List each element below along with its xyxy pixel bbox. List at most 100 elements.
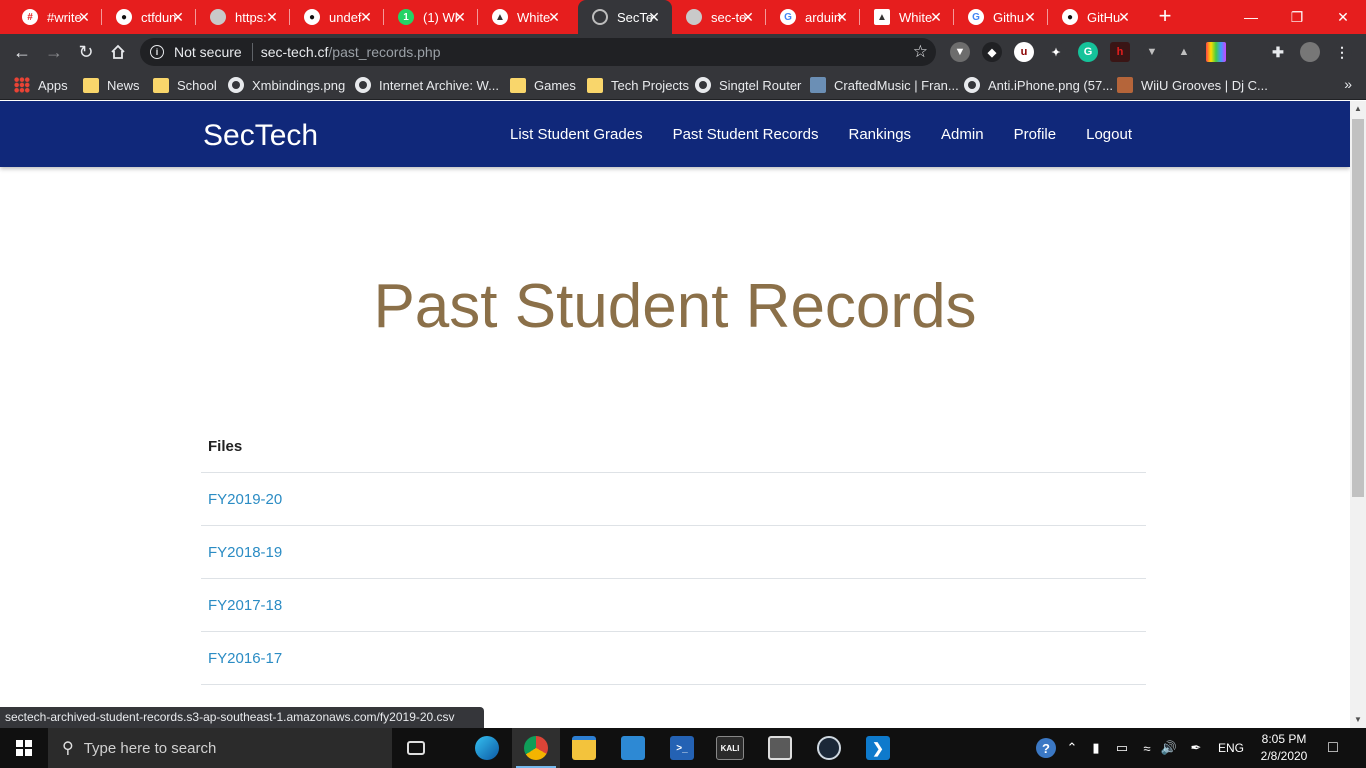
page-scrollbar[interactable]: ▲ ▼ xyxy=(1350,101,1366,728)
nav-admin[interactable]: Admin xyxy=(941,126,984,143)
battery-icon[interactable]: ▭ xyxy=(1110,728,1134,768)
extension-h-icon[interactable]: h xyxy=(1110,42,1130,62)
kali-icon[interactable]: KALI xyxy=(706,728,754,768)
file-explorer-icon[interactable] xyxy=(560,728,608,768)
file-link[interactable]: FY2018-19 xyxy=(208,544,282,561)
notification-icon[interactable]: □ xyxy=(1318,728,1348,768)
language-indicator[interactable]: ENG xyxy=(1212,728,1250,768)
edge-icon[interactable] xyxy=(463,728,511,768)
taskbar-search-box[interactable]: ⚲ Type here to search xyxy=(48,728,392,768)
tab[interactable]: G Githu ✕ xyxy=(954,0,1048,34)
nav-logout[interactable]: Logout xyxy=(1086,126,1132,143)
close-tab-icon[interactable]: ✕ xyxy=(452,9,468,25)
search-placeholder: Type here to search xyxy=(83,739,217,757)
file-link[interactable]: FY2019-20 xyxy=(208,491,282,508)
file-link[interactable]: FY2016-17 xyxy=(208,650,282,667)
bookmark-games[interactable]: Games xyxy=(510,76,576,94)
scrollbar-thumb[interactable] xyxy=(1352,119,1364,497)
close-tab-icon[interactable]: ✕ xyxy=(546,9,562,25)
bookmark-internet-archive[interactable]: Internet Archive: W... xyxy=(355,76,499,94)
info-icon[interactable]: i xyxy=(150,45,164,59)
close-window-button[interactable]: ✕ xyxy=(1320,0,1366,34)
extension-mask-icon[interactable]: ◆ xyxy=(982,42,1002,62)
tab[interactable]: ▲ White ✕ xyxy=(860,0,954,34)
address-bar[interactable]: i Not secure sec-tech.cf/past_records.ph… xyxy=(140,38,936,66)
vscode-icon[interactable]: ❯ xyxy=(854,728,902,768)
grammarly-icon[interactable]: G xyxy=(1078,42,1098,62)
control-panel-icon[interactable] xyxy=(609,728,657,768)
powershell-icon[interactable]: >_ xyxy=(658,728,706,768)
snipping-tool-icon[interactable] xyxy=(756,728,804,768)
close-tab-icon[interactable]: ✕ xyxy=(1022,9,1038,25)
tab[interactable]: ● ctfdun ✕ xyxy=(102,0,196,34)
nav-past-student-records[interactable]: Past Student Records xyxy=(673,126,819,143)
nav-list-student-grades[interactable]: List Student Grades xyxy=(510,126,643,143)
volume-icon[interactable]: 🔊 xyxy=(1158,728,1180,768)
close-tab-icon[interactable]: ✕ xyxy=(264,9,280,25)
extension-color-icon[interactable] xyxy=(1206,42,1226,62)
nav-rankings[interactable]: Rankings xyxy=(849,126,912,143)
reload-icon[interactable]: ↻ xyxy=(72,38,100,66)
tab[interactable]: https: ✕ xyxy=(196,0,290,34)
taskbar-clock[interactable]: 8:05 PM 2/8/2020 xyxy=(1254,731,1314,765)
tab[interactable]: ● GitHu ✕ xyxy=(1048,0,1142,34)
tab[interactable]: ● undef ✕ xyxy=(290,0,384,34)
extension-flame-icon[interactable]: ✦ xyxy=(1046,42,1066,62)
pen-icon[interactable]: ✒ xyxy=(1184,728,1208,768)
steam-icon[interactable] xyxy=(805,728,853,768)
help-icon[interactable]: ? xyxy=(1034,728,1058,768)
forward-arrow-icon[interactable]: → xyxy=(40,38,68,66)
extensions-puzzle-icon[interactable]: ✚ xyxy=(1268,42,1288,62)
ublock-icon[interactable]: u xyxy=(1014,42,1034,62)
bookmarks-overflow-button[interactable]: » xyxy=(1344,76,1352,92)
tab[interactable]: G arduin ✕ xyxy=(766,0,860,34)
close-tab-icon[interactable]: ✕ xyxy=(834,9,850,25)
nav-profile[interactable]: Profile xyxy=(1014,126,1057,143)
minimize-button[interactable]: — xyxy=(1228,0,1274,34)
link-status-bubble: sectech-archived-student-records.s3-ap-s… xyxy=(0,707,484,728)
close-tab-icon[interactable]: ✕ xyxy=(740,9,756,25)
file-link[interactable]: FY2017-18 xyxy=(208,597,282,614)
bookmark-singtel-router[interactable]: Singtel Router xyxy=(695,76,801,94)
bookmark-news[interactable]: News xyxy=(83,76,140,94)
close-tab-icon[interactable]: ✕ xyxy=(76,9,92,25)
menu-dots-icon[interactable]: ⋮ xyxy=(1332,42,1352,62)
extension-v-icon[interactable]: ▼ xyxy=(1142,42,1162,62)
google-drive-icon[interactable]: ▲ xyxy=(1174,42,1194,62)
scroll-down-arrow-icon[interactable]: ▼ xyxy=(1350,712,1366,728)
bookmark-craftedmusic[interactable]: CraftedMusic | Fran... xyxy=(810,76,959,94)
start-button[interactable] xyxy=(0,728,48,768)
bookmark-apps[interactable]: Apps xyxy=(14,76,68,94)
home-icon[interactable] xyxy=(104,38,132,66)
close-tab-icon[interactable]: ✕ xyxy=(928,9,944,25)
usb-icon[interactable]: ▮ xyxy=(1086,728,1106,768)
close-tab-icon[interactable]: ✕ xyxy=(170,9,186,25)
chrome-icon[interactable] xyxy=(512,728,560,768)
bookmark-anti-iphone[interactable]: Anti.iPhone.png (57... xyxy=(964,76,1113,94)
close-tab-icon[interactable]: ✕ xyxy=(358,9,374,25)
restore-button[interactable]: ❐ xyxy=(1274,0,1320,34)
tray-chevron-icon[interactable]: ⌃ xyxy=(1062,728,1082,768)
task-view-icon[interactable] xyxy=(392,728,440,768)
url-text[interactable]: sec-tech.cf/past_records.php xyxy=(261,44,441,60)
tab[interactable]: sec-te ✕ xyxy=(672,0,766,34)
site-brand[interactable]: SecTech xyxy=(203,117,318,155)
tab[interactable]: ▲ White ✕ xyxy=(478,0,572,34)
bookmark-tech-projects[interactable]: Tech Projects xyxy=(587,76,689,94)
tab-active[interactable]: SecTe ✕ xyxy=(578,0,672,34)
close-tab-icon[interactable]: ✕ xyxy=(646,9,662,25)
scroll-up-arrow-icon[interactable]: ▲ xyxy=(1350,101,1366,117)
folder-icon xyxy=(83,77,99,93)
wifi-icon[interactable]: ≈ xyxy=(1136,728,1158,768)
close-tab-icon[interactable]: ✕ xyxy=(1116,9,1132,25)
tab[interactable]: # #write ✕ xyxy=(8,0,102,34)
extension-shield-icon[interactable]: ▼ xyxy=(950,42,970,62)
new-tab-button[interactable]: + xyxy=(1153,5,1177,29)
bookmark-school[interactable]: School xyxy=(153,76,217,94)
back-arrow-icon[interactable]: ← xyxy=(8,38,36,66)
bookmark-xmbindings[interactable]: Xmbindings.png xyxy=(228,76,345,94)
bookmark-star-icon[interactable]: ☆ xyxy=(913,42,928,62)
profile-avatar[interactable] xyxy=(1300,42,1320,62)
tab[interactable]: 1 (1) Wh ✕ xyxy=(384,0,478,34)
bookmark-wiiu-grooves[interactable]: WiiU Grooves | Dj C... xyxy=(1117,76,1268,94)
